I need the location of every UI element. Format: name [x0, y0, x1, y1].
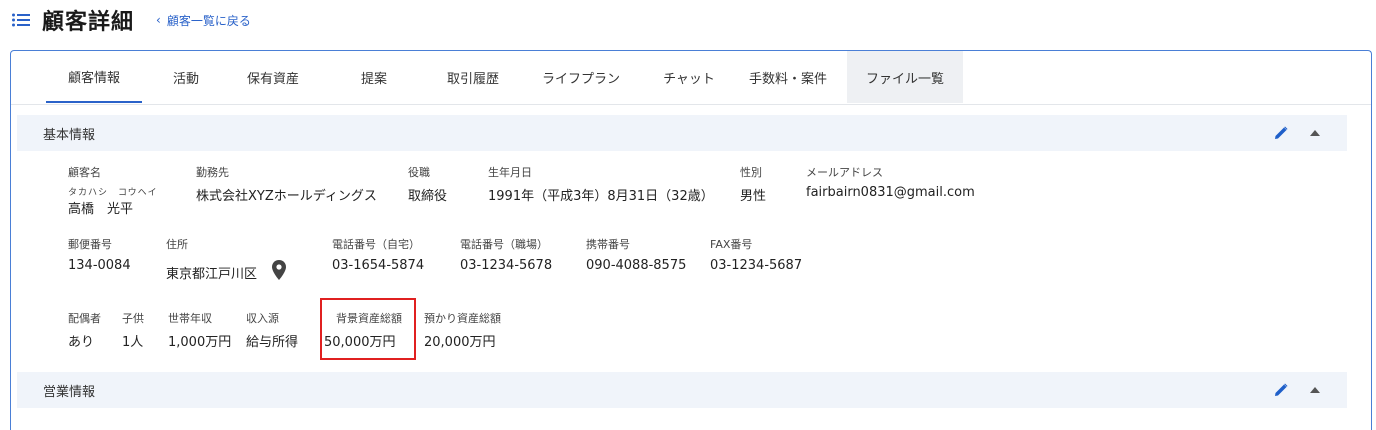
phone-home-value: 03-1654-5874	[332, 258, 425, 273]
fax-label: FAX番号	[710, 238, 753, 251]
spouse-value: あり	[68, 335, 95, 350]
address-value: 東京都江戸川区	[166, 267, 258, 282]
phone-work-label: 電話番号（職場）	[460, 238, 548, 251]
gender-value: 男性	[740, 189, 767, 204]
triangle-up-icon[interactable]	[1309, 385, 1321, 395]
deposit-assets-value: 20,000万円	[424, 335, 496, 350]
phone-home-label: 電話番号（自宅）	[332, 238, 420, 251]
position-value: 取締役	[408, 189, 448, 204]
back-to-list-link[interactable]: ‹ 顧客一覧に戻る	[156, 12, 251, 29]
list-menu-icon[interactable]	[12, 13, 30, 27]
name-kana: タカハシ コウヘイ	[68, 188, 158, 198]
employer-value: 株式会社XYZホールディングス	[196, 189, 377, 204]
mobile-value: 090-4088-8575	[586, 258, 687, 273]
tab-fees-cases[interactable]: 手数料・案件	[743, 51, 833, 103]
children-value: 1人	[122, 335, 144, 350]
customer-name: 高橋 光平	[68, 202, 134, 217]
background-assets-value: 50,000万円	[324, 335, 396, 350]
tab-chat[interactable]: チャット	[651, 51, 727, 103]
employer-label: 勤務先	[196, 166, 229, 179]
chevron-left-icon: ‹	[156, 13, 161, 27]
tab-proposal[interactable]: 提案	[349, 51, 399, 103]
tab-bar: 顧客情報 活動 保有資産 提案 取引履歴 ライフプラン チャット 手数料・案件 …	[11, 51, 1371, 105]
map-pin-icon[interactable]	[272, 260, 286, 280]
email-value: fairbairn0831@gmail.com	[806, 185, 975, 200]
zip-value: 134-0084	[68, 258, 131, 273]
section-sales-info: 営業情報	[17, 372, 1347, 408]
phone-work-value: 03-1234-5678	[460, 258, 553, 273]
tab-customer-info[interactable]: 顧客情報	[46, 51, 142, 103]
spouse-label: 配偶者	[68, 312, 101, 325]
section-title-sales: 営業情報	[43, 384, 96, 400]
children-label: 子供	[122, 312, 144, 325]
income-source-value: 給与所得	[246, 335, 299, 350]
pencil-icon[interactable]	[1273, 125, 1289, 141]
email-label: メールアドレス	[806, 166, 883, 179]
tab-life-plan[interactable]: ライフプラン	[529, 51, 633, 103]
birth-value: 1991年（平成3年）8月31日（32歳）	[488, 189, 714, 204]
tab-transactions[interactable]: 取引履歴	[436, 51, 510, 103]
section-basic-info: 基本情報	[17, 115, 1347, 151]
triangle-up-icon[interactable]	[1309, 128, 1321, 138]
tab-assets[interactable]: 保有資産	[236, 51, 310, 103]
fax-value: 03-1234-5687	[710, 258, 803, 273]
income-value: 1,000万円	[168, 335, 232, 350]
gender-label: 性別	[740, 166, 762, 179]
section-title-basic: 基本情報	[43, 127, 96, 143]
address-label: 住所	[166, 238, 188, 251]
position-label: 役職	[408, 166, 430, 179]
mobile-label: 携帯番号	[586, 238, 630, 251]
tab-file-list[interactable]: ファイル一覧	[847, 51, 963, 103]
tab-activity[interactable]: 活動	[161, 51, 211, 103]
birth-label: 生年月日	[488, 166, 532, 179]
income-source-label: 収入源	[246, 312, 279, 325]
name-label: 顧客名	[68, 166, 101, 179]
back-link-label: 顧客一覧に戻る	[166, 13, 251, 28]
background-assets-label: 背景資産総額	[336, 312, 402, 325]
pencil-icon[interactable]	[1273, 382, 1289, 398]
income-label: 世帯年収	[168, 312, 212, 325]
zip-label: 郵便番号	[68, 238, 112, 251]
highlight-box	[320, 298, 416, 360]
deposit-assets-label: 預かり資産総額	[424, 312, 501, 325]
page-title: 顧客詳細	[42, 10, 135, 35]
page-header: 顧客詳細 ‹ 顧客一覧に戻る	[12, 6, 251, 35]
